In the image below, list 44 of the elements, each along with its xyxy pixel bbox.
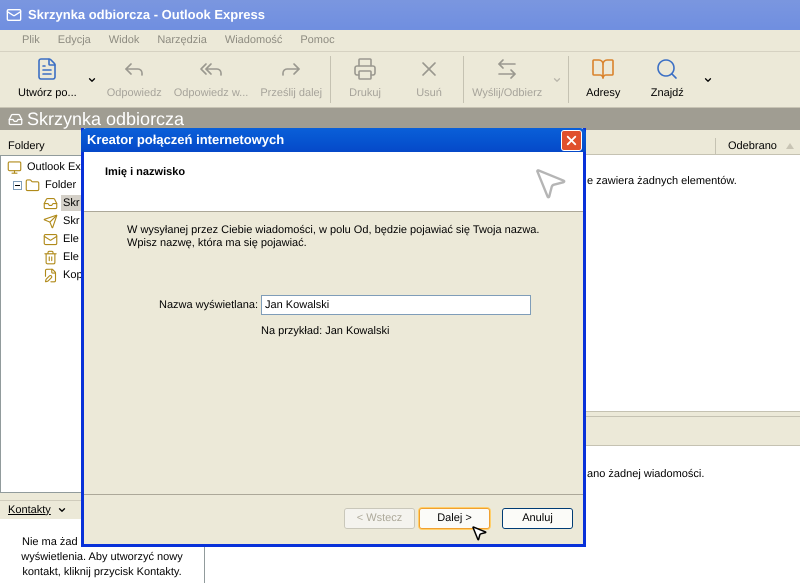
contacts-text: wyświetlenia. Aby utworzyć nowy <box>20 550 184 565</box>
envelope-icon <box>43 232 58 246</box>
dialog-title: Kreator połączeń internetowych <box>87 131 284 150</box>
mouse-cursor-icon <box>470 524 488 542</box>
close-button[interactable] <box>561 130 582 150</box>
folder-item[interactable]: Ele <box>61 248 81 266</box>
folder-item[interactable]: Ele <box>61 230 81 248</box>
display-name-field[interactable]: Jan Kowalski <box>261 295 531 315</box>
trash-icon <box>43 250 58 264</box>
folder-item[interactable]: Skr <box>61 212 82 230</box>
toolbar-button[interactable]: Utwórz po... <box>12 52 83 107</box>
collapse-toggle[interactable] <box>13 180 22 190</box>
window-title: Skrzynka odbiorcza - Outlook Express <box>28 6 265 24</box>
description-text: W wysyłanej przez Ciebie wiadomości, w polu Od, będzie pojawiać się Twoja nazwa. <box>127 224 540 237</box>
folder-item[interactable]: Skr <box>61 194 82 212</box>
toolbar-button[interactable]: Adresy <box>571 52 636 107</box>
column-header[interactable]: Odebrano <box>715 138 800 154</box>
folder-item[interactable]: Folder <box>43 176 78 194</box>
folder-item[interactable]: Outlook Ex <box>25 158 83 176</box>
edit-icon <box>43 268 58 282</box>
dialog-button[interactable]: Dalej > <box>419 508 490 529</box>
sort-triangle-icon <box>786 143 794 149</box>
wizard-heading: Imię i nazwisko <box>105 165 186 180</box>
contacts-text: kontakt, kliknij przycisk Kontakty. <box>21 565 183 580</box>
empty-message: e zawiera żadnych elementów. <box>587 175 737 187</box>
pane-title[interactable]: Kontakty <box>8 502 51 518</box>
inbox-icon <box>8 112 23 126</box>
toolbar-button[interactable]: Znajdź <box>635 52 700 107</box>
example-hint: Na przykład: Jan Kowalski <box>260 324 390 339</box>
envelope-icon <box>6 7 22 23</box>
description-text: Wpisz nazwę, która ma się pojawiać. <box>127 237 308 250</box>
folder-icon <box>25 178 40 192</box>
empty-message: ano żadnej wiadomości. <box>587 468 704 480</box>
printer-icon <box>353 57 378 82</box>
folder-title: Skrzynka odbiorcza <box>27 109 184 129</box>
computer-icon <box>7 160 22 174</box>
field-label: Nazwa wyświetlana: <box>158 298 260 313</box>
contacts-text: Nie ma żad <box>21 535 79 550</box>
pane-title: Foldery <box>8 139 45 154</box>
book-icon <box>591 57 616 82</box>
inbox-icon <box>43 196 58 210</box>
dialog-button[interactable]: Anuluj <box>502 508 573 529</box>
search-icon <box>655 57 680 82</box>
send-icon <box>43 214 58 228</box>
